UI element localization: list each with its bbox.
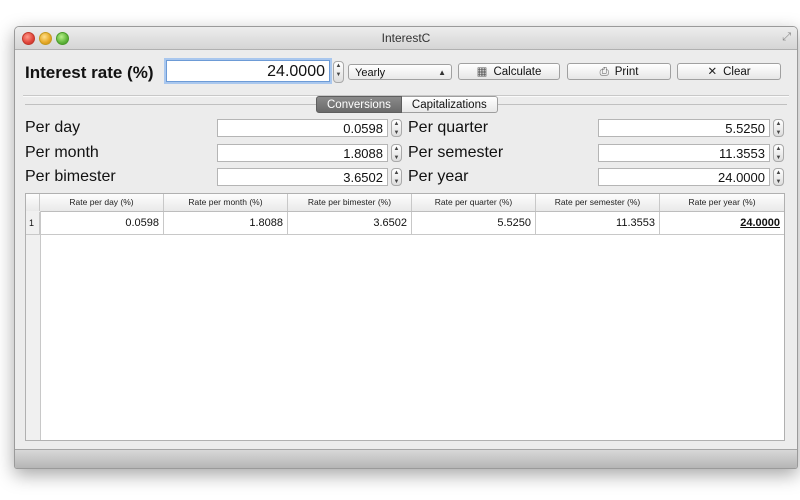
column-header[interactable]: Rate per bimester (%): [288, 194, 412, 211]
column-header[interactable]: Rate per quarter (%): [412, 194, 536, 211]
per-day-label: Per day: [25, 119, 81, 136]
fullscreen-icon[interactable]: ⤢: [782, 31, 791, 44]
per-quarter-stepper[interactable]: ▲ ▼: [773, 119, 784, 137]
per-day-stepper[interactable]: ▲ ▼: [391, 119, 402, 137]
per-semester-stepper[interactable]: ▲ ▼: [773, 144, 784, 162]
per-day-field[interactable]: 0.0598: [217, 119, 388, 137]
per-semester-label: Per semester: [408, 144, 504, 161]
interest-rate-stepper[interactable]: ▲ ▼: [333, 61, 344, 83]
column-header[interactable]: Rate per year (%): [660, 194, 784, 211]
table-cell[interactable]: 11.3553: [536, 212, 660, 234]
column-header[interactable]: Rate per month (%): [164, 194, 288, 211]
per-semester-field[interactable]: 11.3553: [598, 144, 770, 162]
clear-button[interactable]: ✕ Clear: [677, 63, 781, 80]
table-row[interactable]: 1 0.0598 1.8088 3.6502 5.5250 11.3553 24…: [26, 212, 784, 235]
per-year-label: Per year: [408, 168, 469, 185]
period-select-value: Yearly: [355, 67, 386, 79]
table-cell[interactable]: 3.6502: [288, 212, 412, 234]
row-number: 1: [26, 212, 40, 234]
tab-capitalizations[interactable]: Capitalizations: [401, 96, 498, 113]
row-number-gutter: [26, 211, 41, 440]
table-cell[interactable]: 1.8088: [164, 212, 288, 234]
per-bimester-stepper[interactable]: ▲ ▼: [391, 168, 402, 186]
table-cell[interactable]: 0.0598: [40, 212, 164, 234]
table-cell[interactable]: 5.5250: [412, 212, 536, 234]
period-select[interactable]: Yearly ▲: [348, 64, 452, 80]
per-month-field[interactable]: 1.8088: [217, 144, 388, 162]
status-bar: [15, 449, 797, 468]
print-button-label: Print: [614, 66, 639, 78]
app-window: InterestC ⤢ Interest rate (%) 24.0000 ▲ ▼…: [14, 26, 798, 469]
calculate-button[interactable]: ▦ Calculate: [458, 63, 560, 80]
column-header[interactable]: Rate per semester (%): [536, 194, 660, 211]
chevron-updown-icon: ▲: [438, 68, 446, 77]
table-header: Rate per day (%) Rate per month (%) Rate…: [26, 194, 784, 212]
calculator-icon: ▦: [476, 66, 488, 78]
per-bimester-field[interactable]: 3.6502: [217, 168, 388, 186]
window-title: InterestC: [381, 31, 431, 45]
x-icon: ✕: [707, 66, 718, 78]
row-number-header: [26, 194, 40, 211]
printer-icon: ⎙: [599, 66, 609, 78]
table-cell-selected[interactable]: 24.0000: [660, 212, 784, 234]
per-month-label: Per month: [25, 144, 99, 161]
tab-conversions[interactable]: Conversions: [316, 96, 402, 113]
tab-bar: Conversions Capitalizations: [316, 96, 498, 113]
interest-rate-label: Interest rate (%): [25, 63, 154, 82]
conversion-table[interactable]: Rate per day (%) Rate per month (%) Rate…: [25, 193, 785, 441]
print-button[interactable]: ⎙ Print: [567, 63, 671, 80]
per-month-stepper[interactable]: ▲ ▼: [391, 144, 402, 162]
per-bimester-label: Per bimester: [25, 168, 116, 185]
clear-button-label: Clear: [723, 66, 751, 78]
interest-rate-input[interactable]: 24.0000: [166, 60, 330, 82]
per-quarter-field[interactable]: 5.5250: [598, 119, 770, 137]
column-header[interactable]: Rate per day (%): [40, 194, 164, 211]
per-year-field[interactable]: 24.0000: [598, 168, 770, 186]
per-quarter-label: Per quarter: [408, 119, 489, 136]
calculate-button-label: Calculate: [493, 66, 542, 78]
per-year-stepper[interactable]: ▲ ▼: [773, 168, 784, 186]
title-bar: InterestC ⤢: [15, 27, 797, 50]
